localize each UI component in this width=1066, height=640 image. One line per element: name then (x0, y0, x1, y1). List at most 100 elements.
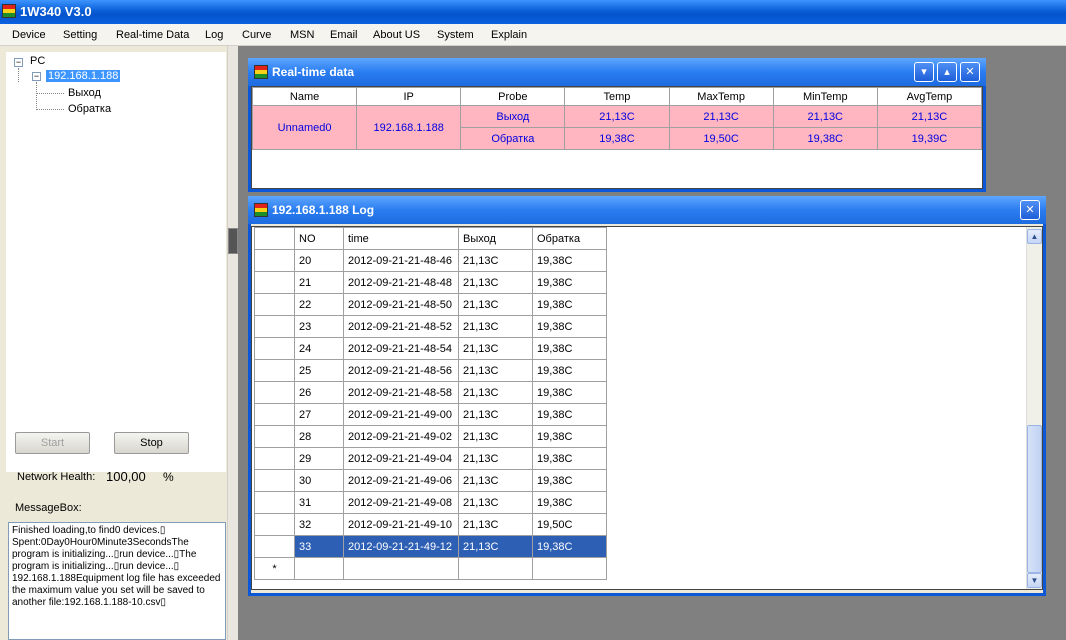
collapse-device-icon[interactable]: − (32, 72, 41, 81)
log-window-titlebar[interactable]: 192.168.1.188 Log ✕ (248, 196, 1046, 224)
table-row[interactable]: 23 2012-09-21-21-48-52 21,13C 19,38C (254, 315, 607, 338)
device-tree[interactable]: − PC − 192.168.1.188 Выход Обратка (6, 52, 226, 472)
menu-msn[interactable]: MSN (290, 29, 314, 41)
cell-probe[interactable]: Обратка (460, 127, 566, 150)
cell-time[interactable]: 2012-09-21-21-48-50 (343, 293, 459, 316)
tree-node-probe-obratka[interactable]: Обратка (68, 103, 111, 115)
cell-vyhod[interactable]: 21,13C (458, 425, 533, 448)
log-window[interactable]: 192.168.1.188 Log ✕ NO time Выход Обратка 20… (248, 196, 1046, 596)
stop-button[interactable]: Stop (114, 432, 189, 454)
cell-obratka[interactable]: 19,38C (532, 381, 607, 404)
cell-no[interactable]: 29 (294, 447, 344, 470)
menu-email[interactable]: Email (330, 29, 358, 41)
col-header-obratka[interactable]: Обратка (532, 227, 607, 250)
cell-name[interactable]: Unnamed0 (251, 105, 358, 150)
col-header-temp[interactable]: Temp (564, 87, 670, 106)
cell-obratka[interactable]: 19,38C (532, 425, 607, 448)
cell-time[interactable]: 2012-09-21-21-48-54 (343, 337, 459, 360)
row-header[interactable] (254, 447, 295, 470)
row-header[interactable] (254, 491, 295, 514)
start-button[interactable]: Start (15, 432, 90, 454)
cell-no[interactable] (294, 557, 344, 580)
cell-no[interactable]: 26 (294, 381, 344, 404)
cell-vyhod[interactable]: 21,13C (458, 359, 533, 382)
cell-probe[interactable]: Выход (460, 105, 566, 128)
col-header-name[interactable]: Name (251, 87, 358, 106)
menu-log[interactable]: Log (205, 29, 223, 41)
row-header[interactable] (254, 381, 295, 404)
tree-node-pc[interactable]: PC (30, 55, 45, 67)
row-header[interactable] (254, 425, 295, 448)
cell-avgtemp[interactable]: 21,13C (876, 105, 983, 128)
col-header-mintemp[interactable]: MinTemp (772, 87, 878, 106)
col-header-ip[interactable]: IP (356, 87, 462, 106)
row-header[interactable] (254, 469, 295, 492)
realtime-data-window[interactable]: Real-time data ▾ ▴ ✕ Name IP Probe Temp … (248, 58, 986, 192)
table-row[interactable]: 20 2012-09-21-21-48-46 21,13C 19,38C (254, 249, 607, 272)
cell-obratka[interactable]: 19,38C (532, 403, 607, 426)
cell-vyhod[interactable]: 21,13C (458, 293, 533, 316)
col-header-maxtemp[interactable]: MaxTemp (668, 87, 774, 106)
row-header[interactable] (254, 535, 295, 558)
menu-system[interactable]: System (437, 29, 474, 41)
cell-time[interactable]: 2012-09-21-21-49-04 (343, 447, 459, 470)
col-header-avgtemp[interactable]: AvgTemp (876, 87, 983, 106)
new-row[interactable]: * (254, 557, 607, 580)
minimize-icon[interactable]: ▾ (914, 62, 934, 82)
log-vertical-scrollbar[interactable]: ▲ ▼ (1026, 227, 1042, 589)
cell-vyhod[interactable]: 21,13C (458, 403, 533, 426)
row-header[interactable] (254, 403, 295, 426)
cell-no[interactable]: 33 (294, 535, 344, 558)
cell-obratka[interactable]: 19,38C (532, 249, 607, 272)
cell-no[interactable]: 22 (294, 293, 344, 316)
cell-time[interactable]: 2012-09-21-21-48-48 (343, 271, 459, 294)
cell-maxtemp[interactable]: 19,50C (668, 127, 774, 150)
cell-time[interactable]: 2012-09-21-21-49-08 (343, 491, 459, 514)
table-row[interactable]: 25 2012-09-21-21-48-56 21,13C 19,38C (254, 359, 607, 382)
cell-time[interactable]: 2012-09-21-21-49-00 (343, 403, 459, 426)
cell-mintemp[interactable]: 19,38C (772, 127, 878, 150)
cell-no[interactable]: 23 (294, 315, 344, 338)
cell-vyhod[interactable] (458, 557, 533, 580)
cell-obratka[interactable]: 19,38C (532, 469, 607, 492)
cell-time[interactable]: 2012-09-21-21-48-56 (343, 359, 459, 382)
table-row[interactable]: 33 2012-09-21-21-49-12 21,13C 19,38C (254, 535, 607, 558)
table-row[interactable]: 22 2012-09-21-21-48-50 21,13C 19,38C (254, 293, 607, 316)
row-header[interactable] (254, 293, 295, 316)
cell-mintemp[interactable]: 21,13C (772, 105, 878, 128)
restore-icon[interactable]: ▴ (937, 62, 957, 82)
col-header-no[interactable]: NO (294, 227, 344, 250)
cell-time[interactable]: 2012-09-21-21-48-52 (343, 315, 459, 338)
menu-explain[interactable]: Explain (491, 29, 527, 41)
cell-vyhod[interactable]: 21,13C (458, 249, 533, 272)
row-header[interactable] (254, 513, 295, 536)
cell-no[interactable]: 28 (294, 425, 344, 448)
col-header-probe[interactable]: Probe (460, 87, 566, 106)
close-icon[interactable]: ✕ (960, 62, 980, 82)
row-header[interactable] (254, 271, 295, 294)
cell-time[interactable]: 2012-09-21-21-49-12 (343, 535, 459, 558)
cell-obratka[interactable]: 19,38C (532, 447, 607, 470)
realtime-window-titlebar[interactable]: Real-time data ▾ ▴ ✕ (248, 58, 986, 86)
tree-node-device[interactable]: 192.168.1.188 (46, 70, 121, 82)
messagebox[interactable]: Finished loading,to find0 devices.▯ Spen… (8, 522, 226, 640)
col-header-time[interactable]: time (343, 227, 459, 250)
cell-obratka[interactable]: 19,38C (532, 315, 607, 338)
cell-avgtemp[interactable]: 19,39C (876, 127, 983, 150)
cell-time[interactable]: 2012-09-21-21-49-02 (343, 425, 459, 448)
cell-vyhod[interactable]: 21,13C (458, 469, 533, 492)
cell-time[interactable]: 2012-09-21-21-48-58 (343, 381, 459, 404)
cell-no[interactable]: 31 (294, 491, 344, 514)
panel-splitter[interactable] (227, 46, 238, 640)
table-row[interactable]: 30 2012-09-21-21-49-06 21,13C 19,38C (254, 469, 607, 492)
table-row[interactable]: 28 2012-09-21-21-49-02 21,13C 19,38C (254, 425, 607, 448)
cell-vyhod[interactable]: 21,13C (458, 447, 533, 470)
cell-no[interactable]: 32 (294, 513, 344, 536)
row-header[interactable] (254, 315, 295, 338)
tree-node-probe-vyhod[interactable]: Выход (68, 87, 101, 99)
cell-no[interactable]: 20 (294, 249, 344, 272)
table-row[interactable]: 32 2012-09-21-21-49-10 21,13C 19,50C (254, 513, 607, 536)
cell-no[interactable]: 27 (294, 403, 344, 426)
cell-obratka[interactable]: 19,38C (532, 271, 607, 294)
cell-no[interactable]: 30 (294, 469, 344, 492)
